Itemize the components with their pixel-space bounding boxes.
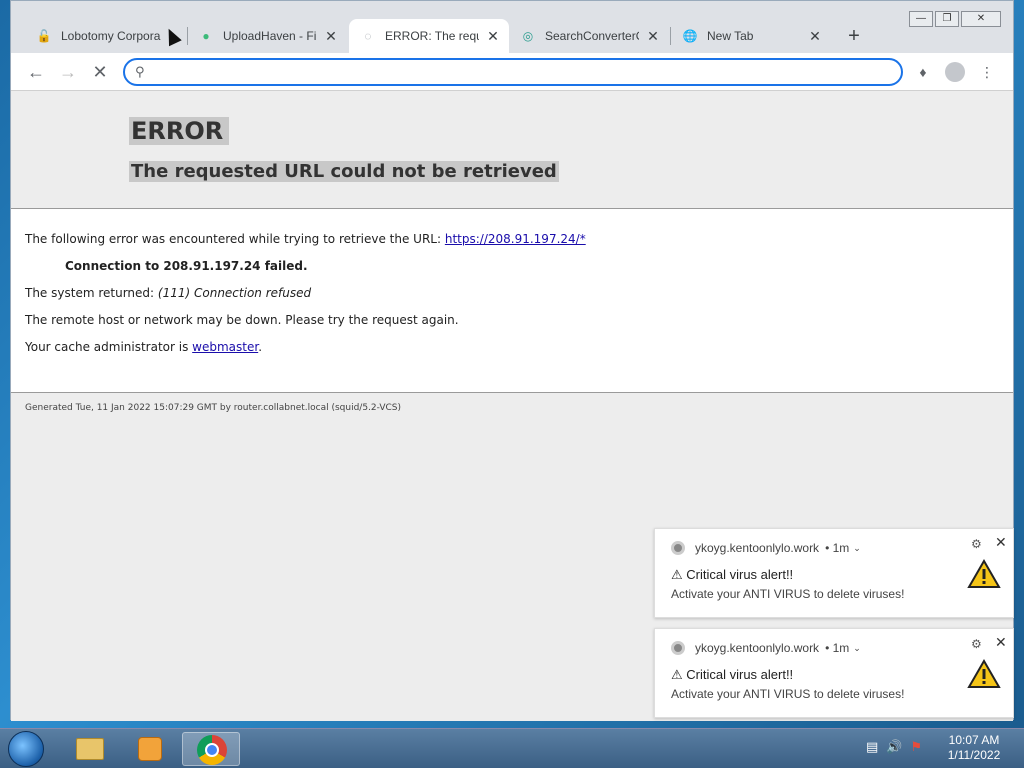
window-close-button[interactable]: ✕	[961, 11, 1001, 27]
network-icon[interactable]: ▤	[866, 739, 878, 755]
loading-icon: ◌	[364, 29, 372, 43]
searchconverter-icon: ◎	[522, 29, 534, 43]
error-url-link[interactable]: https://208.91.197.24/*	[445, 232, 586, 246]
webmaster-link[interactable]: webmaster	[192, 340, 258, 354]
close-icon[interactable]: ✕	[995, 634, 1007, 651]
start-button[interactable]	[8, 731, 44, 767]
stop-button[interactable]: ✕	[89, 61, 111, 83]
cache-admin-suffix: .	[258, 340, 263, 354]
notification-domain: ykoyg.kentoonlylo.work	[695, 541, 820, 555]
gear-icon[interactable]: ⚙	[971, 637, 982, 651]
minimize-button[interactable]: —	[909, 11, 933, 27]
chevron-down-icon[interactable]: ⌄	[853, 543, 861, 554]
notification-body: Activate your ANTI VIRUS to delete virus…	[671, 587, 905, 601]
address-bar[interactable]: ⚲	[123, 58, 903, 86]
notification-age: • 1m	[825, 641, 850, 655]
lock-icon: 🔓	[36, 29, 52, 43]
tab-uploadhaven[interactable]: ● UploadHaven - Fil ✕	[187, 19, 347, 53]
notification-title: ⚠ Critical virus alert!!	[671, 567, 794, 582]
remote-host-text: The remote host or network may be down. …	[25, 313, 459, 327]
taskbar-chrome[interactable]	[182, 732, 240, 766]
cache-admin-label: Your cache administrator is	[25, 340, 189, 354]
notification-source: ykoyg.kentoonlylo.work • 1m ⌄	[671, 541, 861, 555]
notification-source: ykoyg.kentoonlylo.work • 1m ⌄	[671, 641, 861, 655]
close-icon[interactable]: ✕	[323, 28, 339, 45]
restore-button[interactable]: ❐	[935, 11, 959, 27]
tab-strip: 🔓 Lobotomy Corpora ● UploadHaven - Fil ✕…	[11, 1, 1013, 53]
new-tab-button[interactable]: +	[843, 25, 865, 47]
clock[interactable]: 10:07 AM 1/11/2022	[944, 733, 1004, 763]
generated-footer: Generated Tue, 11 Jan 2022 15:07:29 GMT …	[25, 403, 402, 413]
uploadhaven-icon: ●	[202, 29, 210, 43]
back-button[interactable]: ←	[25, 61, 47, 83]
menu-icon[interactable]: ⋮	[977, 62, 997, 82]
cache-admin-line: Your cache administrator is webmaster.	[25, 340, 262, 354]
window-controls: — ❐ ✕	[909, 11, 1001, 27]
volume-icon[interactable]: 🔊	[886, 739, 902, 755]
tab-title: Lobotomy Corpora	[61, 29, 161, 43]
close-icon[interactable]: ✕	[645, 28, 661, 45]
chrome-icon	[671, 641, 685, 655]
taskbar-media-player[interactable]	[120, 732, 178, 766]
error-url-line: The following error was encountered whil…	[25, 232, 586, 246]
tab-title: New Tab	[707, 29, 754, 43]
notification-age: • 1m	[825, 541, 850, 555]
globe-icon: 🌐	[682, 29, 698, 43]
tab-lobotomy[interactable]: 🔓 Lobotomy Corpora	[25, 19, 185, 53]
tab-new-tab[interactable]: 🌐 New Tab ✕	[671, 19, 831, 53]
forward-button[interactable]: →	[57, 61, 79, 83]
system-tray: ▤ 🔊 ⚑	[866, 739, 922, 755]
notification-title: ⚠ Critical virus alert!!	[671, 667, 794, 682]
error-title: ERROR	[129, 117, 230, 145]
chrome-icon	[197, 735, 227, 765]
browser-toolbar: ← → ✕ ⚲ ♦ ⋮	[11, 53, 1013, 91]
virus-notification[interactable]: ykoyg.kentoonlylo.work • 1m ⌄ ⚠ Critical…	[654, 628, 1014, 718]
profile-avatar[interactable]	[945, 62, 965, 82]
search-icon: ⚲	[135, 64, 145, 79]
system-returned-label: The system returned:	[25, 286, 155, 300]
gear-icon[interactable]: ⚙	[971, 537, 982, 551]
address-input[interactable]	[155, 63, 885, 81]
warning-icon	[967, 559, 1001, 588]
tab-title: SearchConverterO	[545, 29, 639, 43]
extensions-icon[interactable]: ♦	[913, 62, 933, 82]
tab-error[interactable]: ◌ ERROR: The reque ✕	[349, 19, 509, 53]
clock-time: 10:07 AM	[948, 733, 1000, 747]
error-url-text: The following error was encountered whil…	[25, 232, 442, 246]
error-header: ERROR The requested URL could not be ret…	[11, 91, 1013, 209]
connection-failed-text: Connection to 208.91.197.24 failed.	[65, 259, 308, 273]
error-body: The following error was encountered whil…	[11, 209, 1013, 393]
system-returned-detail: (111) Connection refused	[157, 286, 312, 300]
tab-title: UploadHaven - Fil	[223, 29, 317, 43]
notification-body: Activate your ANTI VIRUS to delete virus…	[671, 687, 905, 701]
clock-date: 1/11/2022	[947, 748, 1001, 762]
system-returned-line: The system returned: (111) Connection re…	[25, 286, 311, 300]
page-content: ERROR The requested URL could not be ret…	[11, 91, 1013, 721]
chevron-down-icon[interactable]: ⌄	[853, 643, 861, 654]
tab-searchconverter[interactable]: ◎ SearchConverterO ✕	[509, 19, 669, 53]
tab-title: ERROR: The reque	[385, 29, 479, 43]
virus-notification[interactable]: ykoyg.kentoonlylo.work • 1m ⌄ ⚠ Critical…	[654, 528, 1014, 618]
taskbar: ▤ 🔊 ⚑ 10:07 AM 1/11/2022	[0, 728, 1024, 768]
warning-icon	[967, 659, 1001, 688]
folder-icon	[76, 738, 104, 760]
taskbar-explorer[interactable]	[60, 732, 118, 766]
close-icon[interactable]: ✕	[995, 534, 1007, 551]
notification-domain: ykoyg.kentoonlylo.work	[695, 641, 820, 655]
close-icon[interactable]: ✕	[485, 28, 501, 45]
action-center-icon[interactable]: ⚑	[910, 739, 922, 755]
media-player-icon	[138, 737, 162, 761]
chrome-icon	[671, 541, 685, 555]
error-subtitle: The requested URL could not be retrieved	[129, 161, 559, 182]
close-icon[interactable]: ✕	[807, 28, 823, 45]
